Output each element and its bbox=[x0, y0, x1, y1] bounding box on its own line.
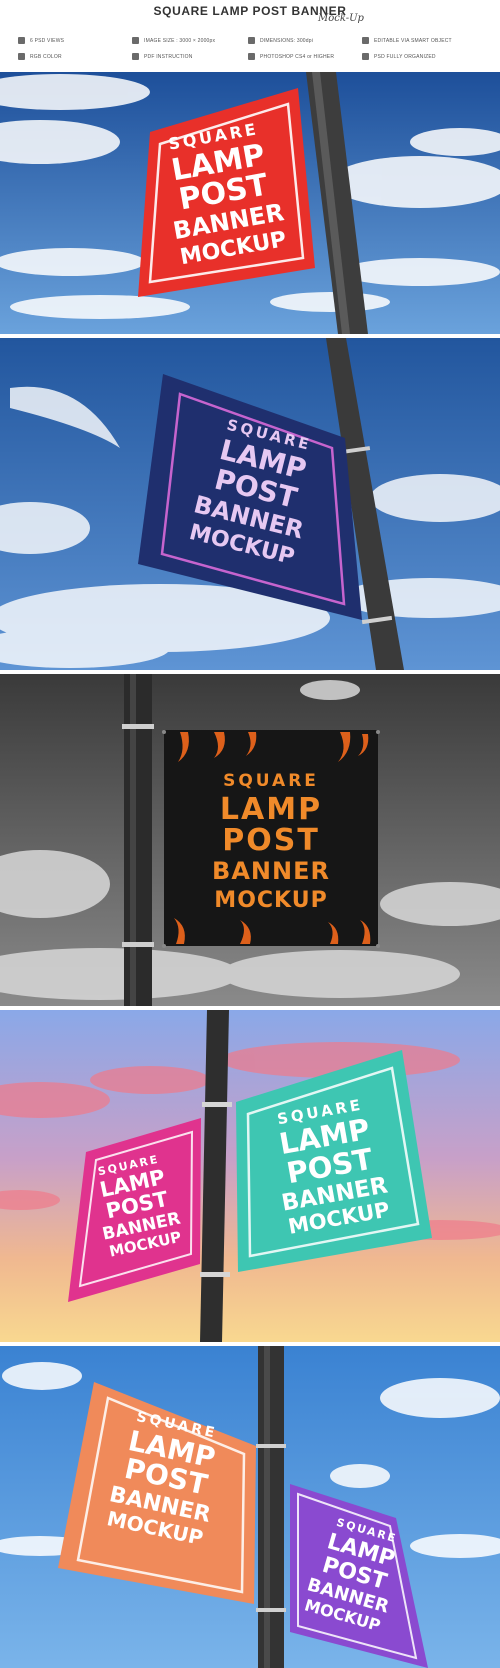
mockup-scene: SQUARE LAMP POST BANNER MOCKUP bbox=[0, 674, 500, 1006]
feature-item: RGB COLOR bbox=[18, 53, 62, 60]
mockup-view-3: SQUARE LAMP POST BANNER MOCKUP bbox=[0, 674, 500, 1006]
banner-black: SQUARE LAMP POST BANNER MOCKUP bbox=[164, 730, 378, 946]
pole-bracket bbox=[256, 1608, 286, 1612]
pole-bracket bbox=[202, 1102, 232, 1107]
feature-item: PSD FULLY ORGANIZED bbox=[362, 53, 436, 60]
mockup-scene: SQUARE LAMP POST BANNER MOCKUP SQUARE LA… bbox=[0, 1346, 500, 1668]
pdf-icon bbox=[132, 53, 139, 60]
pole-bracket bbox=[122, 942, 154, 947]
svg-text:POST: POST bbox=[222, 823, 320, 858]
feature-item: 6 PSD VIEWS bbox=[18, 37, 64, 44]
svg-text:MOCKUP: MOCKUP bbox=[214, 888, 327, 913]
pole-bracket bbox=[256, 1444, 286, 1448]
svg-text:LAMP: LAMP bbox=[220, 792, 322, 827]
header: SQUARE LAMP POST BANNER Mock-Up 6 PSD VI… bbox=[0, 0, 500, 72]
feature-item: IMAGE SIZE : 3000 × 2000px bbox=[132, 37, 215, 44]
views-icon bbox=[18, 37, 25, 44]
photoshop-icon bbox=[248, 53, 255, 60]
image-icon bbox=[132, 37, 139, 44]
mockup-view-2: SQUARE LAMP POST BANNER MOCKUP bbox=[0, 338, 500, 670]
lamp-post bbox=[124, 674, 152, 1006]
mockup-scene: SQUARE LAMP POST BANNER MOCKUP bbox=[0, 338, 500, 670]
smart-object-icon bbox=[362, 37, 369, 44]
mockup-script-tag: Mock-Up bbox=[318, 13, 364, 24]
dimensions-icon bbox=[248, 37, 255, 44]
feature-item: PDF INSTRUCTION bbox=[132, 53, 193, 60]
svg-text:SQUARE: SQUARE bbox=[223, 771, 319, 791]
feature-item: DIMENSIONS: 300dpi bbox=[248, 37, 313, 44]
mockup-scene: SQUARE LAMP POST BANNER MOCKUP SQUARE LA… bbox=[0, 1010, 500, 1342]
svg-text:BANNER: BANNER bbox=[212, 857, 330, 885]
feature-item: PHOTOSHOP CS4 or HIGHER bbox=[248, 53, 334, 60]
rgb-icon bbox=[18, 53, 25, 60]
mockup-view-4: SQUARE LAMP POST BANNER MOCKUP SQUARE LA… bbox=[0, 1010, 500, 1342]
feature-item: EDITABLE VIA SMART OBJECT bbox=[362, 37, 452, 44]
lamp-post bbox=[258, 1346, 284, 1668]
folder-icon bbox=[362, 53, 369, 60]
page-title: SQUARE LAMP POST BANNER bbox=[153, 4, 347, 18]
mockup-view-1: SQUARE LAMP POST BANNER MOCKUP bbox=[0, 72, 500, 334]
pole-bracket bbox=[200, 1272, 230, 1277]
pole-bracket bbox=[122, 724, 154, 729]
mockup-view-5: SQUARE LAMP POST BANNER MOCKUP SQUARE LA… bbox=[0, 1346, 500, 1668]
mockup-scene: SQUARE LAMP POST BANNER MOCKUP bbox=[0, 72, 500, 334]
